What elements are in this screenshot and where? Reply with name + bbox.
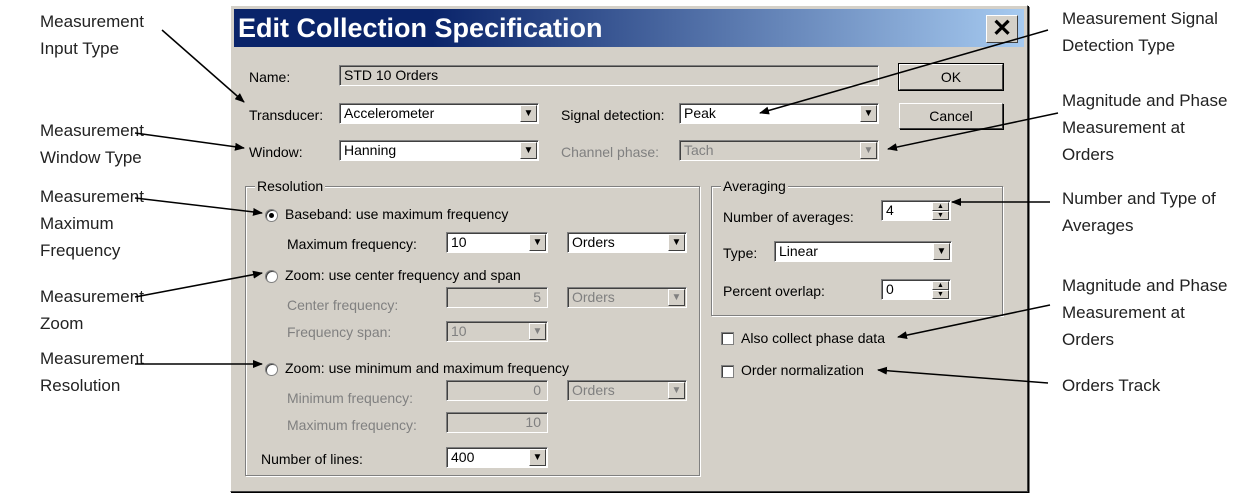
- callout-arrows: [134, 29, 1059, 384]
- arrow-input-type: [161, 29, 245, 103]
- arrow-orders-track: [877, 366, 1049, 384]
- arrow-signal-detection: [759, 29, 1049, 115]
- arrow-magnitude-phase-top: [887, 112, 1059, 152]
- arrow-window-type: [134, 132, 245, 151]
- arrow-max-frequency: [134, 197, 263, 216]
- arrow-zoom: [134, 270, 263, 298]
- arrow-magnitude-phase-mid: [897, 304, 1051, 340]
